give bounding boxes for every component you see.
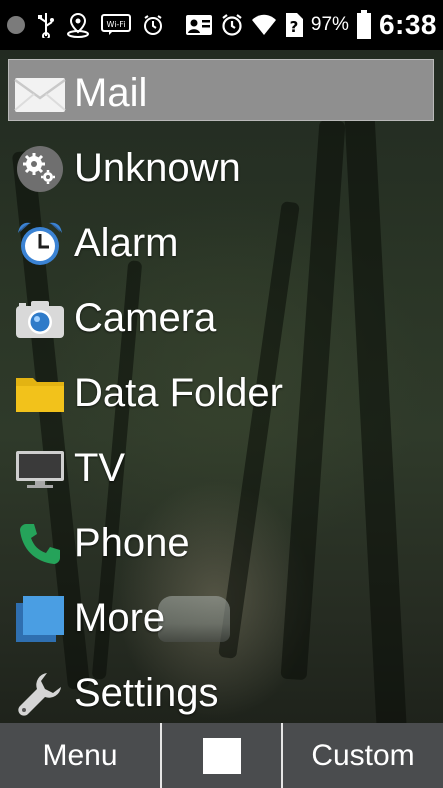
menu-item-label: Settings: [74, 671, 219, 715]
menu-item-unknown[interactable]: Unknown: [0, 131, 443, 206]
camera-icon: [14, 293, 66, 345]
menu-item-label: Camera: [74, 296, 217, 340]
no-sim-icon: ?: [284, 12, 304, 38]
menu-item-more[interactable]: More: [0, 581, 443, 656]
menu-item-alarm[interactable]: Alarm: [0, 206, 443, 281]
alarm-clock-icon: [14, 218, 66, 270]
gears-icon: [14, 143, 66, 195]
status-right-icons: ? 97% 6:38: [185, 9, 443, 41]
softkey-custom-button[interactable]: Custom: [283, 723, 443, 788]
wrench-icon: [14, 668, 66, 720]
softkey-bar: Menu Custom: [0, 723, 443, 788]
menu-item-label: Phone: [74, 521, 190, 565]
softkey-menu-button[interactable]: Menu: [0, 723, 162, 788]
softkey-left-label: Menu: [42, 738, 118, 772]
menu-item-tv[interactable]: TV: [0, 431, 443, 506]
tv-icon: [14, 443, 66, 495]
menu-item-phone[interactable]: Phone: [0, 506, 443, 581]
menu-item-mail[interactable]: Mail: [0, 56, 443, 131]
menu-item-label: More: [74, 596, 166, 640]
menu-item-label: TV: [74, 446, 126, 490]
phone-icon: [14, 518, 66, 570]
menu-item-label: Alarm: [74, 221, 179, 265]
main-menu-list: Mail Unknown Alarm Camera Data Folder TV…: [0, 56, 443, 731]
menu-item-camera[interactable]: Camera: [0, 281, 443, 356]
wifi-box-icon: Wi-Fi: [101, 14, 131, 36]
menu-item-label: Unknown: [74, 146, 241, 190]
usb-icon: [37, 12, 55, 38]
menu-item-data-folder[interactable]: Data Folder: [0, 356, 443, 431]
dot-icon: [6, 15, 26, 35]
alarm-small-icon: [142, 14, 164, 36]
wifi-signal-icon: [251, 14, 277, 36]
battery-percent: 97%: [310, 14, 349, 35]
menu-item-label: Mail: [74, 71, 148, 115]
menu-item-settings[interactable]: Settings: [0, 656, 443, 731]
softkey-center-button[interactable]: [162, 723, 283, 788]
select-square-icon: [202, 737, 241, 774]
menu-item-label: Data Folder: [74, 371, 283, 415]
alarm-icon: [220, 13, 244, 37]
battery-icon: [356, 10, 372, 40]
softkey-right-label: Custom: [311, 738, 415, 772]
more-icon: [14, 593, 66, 645]
svg-text:Wi-Fi: Wi-Fi: [106, 20, 125, 29]
contact-card-icon: [185, 14, 213, 36]
status-left-icons: Wi-Fi: [0, 12, 164, 38]
folder-icon: [14, 368, 66, 420]
status-clock: 6:38: [378, 9, 437, 40]
location-icon: [66, 12, 90, 38]
mail-icon: [14, 68, 66, 120]
svg-text:?: ?: [290, 18, 299, 36]
status-bar: Wi-Fi ? 97% 6:38: [0, 0, 443, 50]
